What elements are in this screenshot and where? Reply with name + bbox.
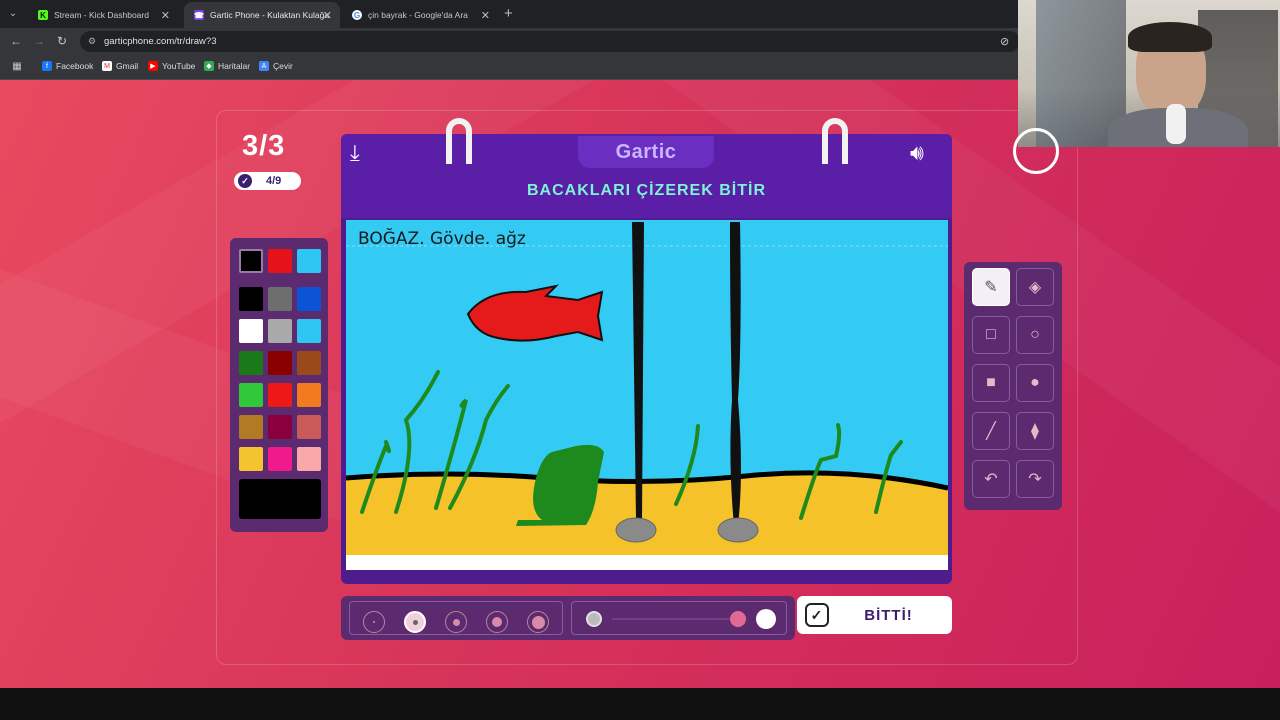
circle-fill-icon[interactable]: ● [1016,364,1054,402]
drawing-canvas[interactable]: BOĞAZ. Gövde. ağz [346,220,948,570]
brush-size-5[interactable] [527,611,549,633]
color-swatch-gray[interactable] [268,287,292,311]
tab-gartic[interactable]: ☎ Gartic Phone - Kulaktan Kulağa ✕ [184,2,340,28]
brush-size-3[interactable] [445,611,467,633]
check-icon: ✓ [238,174,252,188]
webcam-overlay [1018,0,1280,147]
color-swatch-bright-red[interactable] [268,383,292,407]
back-icon[interactable]: ← [10,34,22,48]
bookmark-youtube[interactable]: ▶ YouTube [148,61,195,71]
done-button[interactable]: ✓ BİTTİ! [797,596,952,634]
color-swatch-white[interactable] [239,319,263,343]
slider-min-icon [586,611,602,627]
color-swatch-pink[interactable] [268,447,292,471]
speaker-icon[interactable]: 🔊︎ [910,140,924,166]
maps-icon: ◆ [204,61,214,71]
translate-icon: A [259,61,269,71]
color-swatch-light-gray[interactable] [268,319,292,343]
color-swatch-orange[interactable] [297,383,321,407]
redo-icon[interactable]: ↷ [1016,460,1054,498]
tab-google[interactable]: G çin bayrak - Google'da Ara ✕ [342,2,498,28]
tools-panel: ✎ ◈ □ ○ ■ ● ╱ ⧫ ↶ ↷ [964,262,1062,510]
new-tab-button[interactable]: + [504,5,513,22]
youtube-icon: ▶ [148,61,158,71]
forward-icon[interactable]: → [33,34,45,48]
round-counter: 3/3 [242,130,286,162]
check-icon: ✓ [805,603,829,627]
rectangle-fill-icon[interactable]: ■ [972,364,1010,402]
brush-size-4[interactable] [486,611,508,633]
line-icon[interactable]: ╱ [972,412,1010,450]
eye-off-icon[interactable]: ⊘ [1000,35,1009,48]
color-swatch-black[interactable] [239,249,263,273]
done-label: BİTTİ! [864,606,913,624]
players-done-count: 4/9 [266,175,282,187]
bookmark-gmail[interactable]: M Gmail [102,61,138,71]
brush-size-group [349,601,563,635]
download-icon[interactable]: ⤓ [350,140,360,166]
undo-icon[interactable]: ↶ [972,460,1010,498]
reload-icon[interactable]: ↻ [57,34,67,48]
color-swatch-ochre[interactable] [239,415,263,439]
google-icon: G [352,10,362,20]
pencil-icon[interactable]: ✎ [972,268,1010,306]
apps-icon[interactable]: ▦ [12,61,26,72]
taskbar-strip [0,688,1280,720]
color-swatch-green[interactable] [239,383,263,407]
color-swatch-dark-red[interactable] [268,351,292,375]
gartic-logo: Gartic [578,136,714,168]
kick-icon: K [38,10,48,20]
color-swatch-black-2[interactable] [239,287,263,311]
url-text: garticphone.com/tr/draw?3 [104,36,217,47]
selected-color-preview[interactable] [239,479,321,519]
slider-max-icon [756,609,776,629]
drawing-art: BOĞAZ. Gövde. ağz [346,220,948,570]
bookmark-translate[interactable]: A Çevir [259,61,293,71]
gartic-icon: ☎ [194,10,204,20]
bookmark-facebook[interactable]: f Facebook [42,61,93,71]
tab-title: Stream - Kick Dashboard [54,10,149,20]
canvas-handwritten-text: BOĞAZ. Gövde. ağz [358,227,526,249]
eraser-icon[interactable]: ◈ [1016,268,1054,306]
rectangle-outline-icon[interactable]: □ [972,316,1010,354]
facebook-icon: f [42,61,52,71]
notebook-ring [822,118,848,164]
color-swatch-sky-blue[interactable] [297,249,321,273]
notebook-ring [446,118,472,164]
slider-track[interactable] [612,618,740,620]
tab-search-chevron-icon[interactable]: ⌄ [4,6,22,22]
url-field[interactable]: ⚙ garticphone.com/tr/draw?3 [80,31,1020,52]
drawing-prompt: BACAKLARI ÇİZEREK BİTİR [527,182,766,199]
color-palette [230,238,328,532]
gmail-icon: M [102,61,112,71]
color-swatch-brown[interactable] [297,351,321,375]
color-swatch-maroon[interactable] [268,415,292,439]
close-icon[interactable]: ✕ [323,9,332,22]
fill-bucket-icon[interactable]: ⧫ [1016,412,1054,450]
color-swatch-light-pink[interactable] [297,447,321,471]
bookmark-maps[interactable]: ◆ Haritalar [204,61,250,71]
tab-title: Gartic Phone - Kulaktan Kulağa [210,10,330,20]
slider-handle[interactable] [730,611,746,627]
close-icon[interactable]: ✕ [481,9,490,22]
play-circle-icon[interactable] [1013,128,1059,174]
brush-size-1[interactable] [363,611,385,633]
color-swatch-dark-green[interactable] [239,351,263,375]
site-settings-icon[interactable]: ⚙ [88,31,96,52]
close-icon[interactable]: ✕ [161,9,170,22]
color-swatch-cyan[interactable] [297,319,321,343]
tab-kick[interactable]: K Stream - Kick Dashboard ✕ [28,2,178,28]
opacity-slider[interactable] [571,601,787,635]
color-swatch-red[interactable] [268,249,292,273]
brush-size-2[interactable] [404,611,426,633]
color-swatch-blue[interactable] [297,287,321,311]
circle-outline-icon[interactable]: ○ [1016,316,1054,354]
color-swatch-rose[interactable] [297,415,321,439]
tab-title: çin bayrak - Google'da Ara [368,10,468,20]
color-swatch-yellow[interactable] [239,447,263,471]
players-done-badge: ✓ 4/9 [234,172,301,190]
